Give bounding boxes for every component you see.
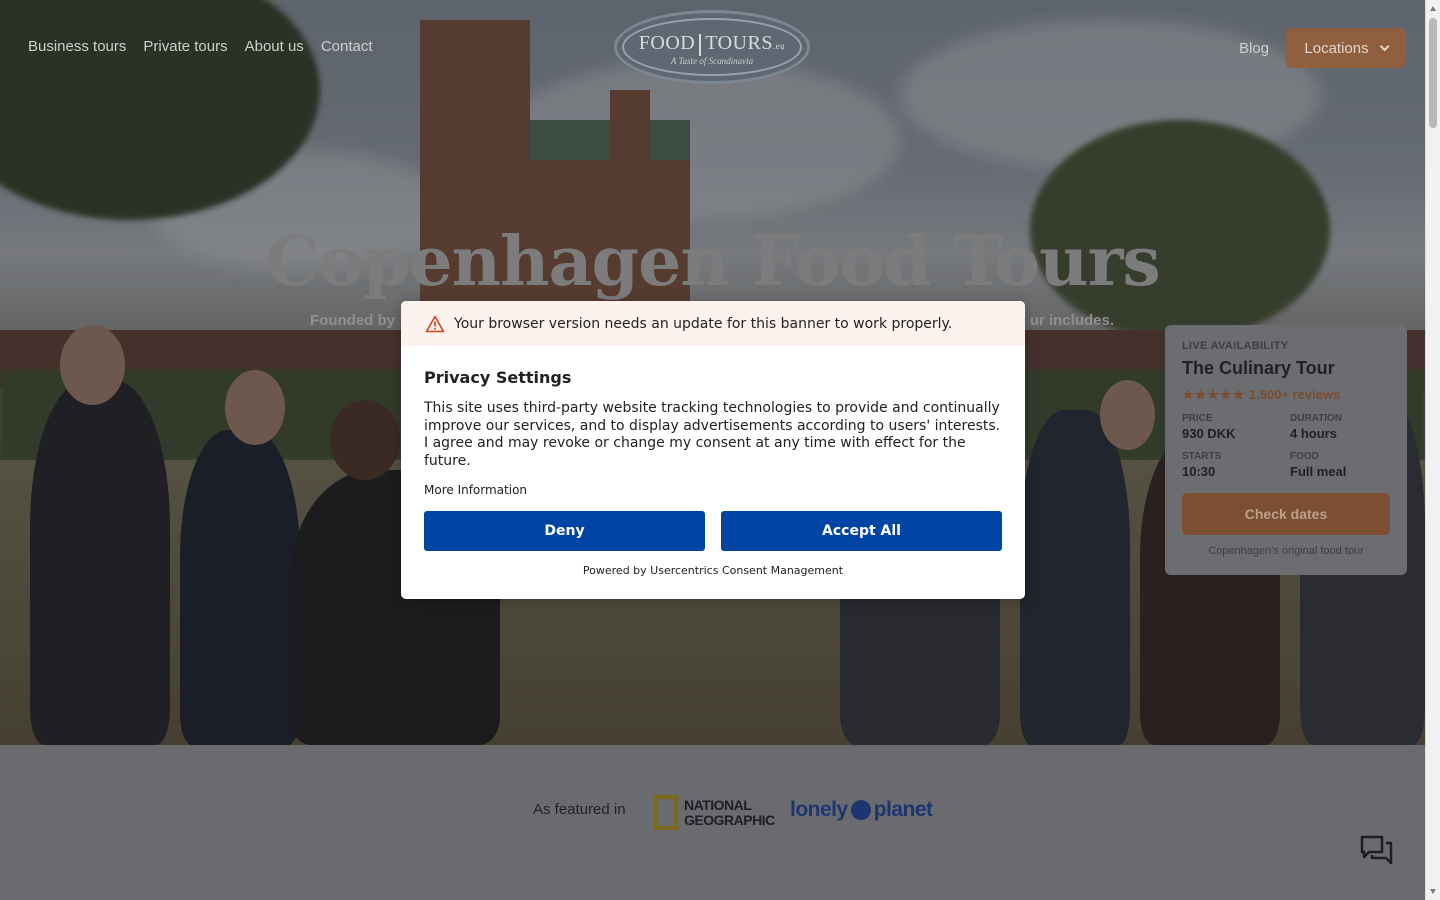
featured-label: As featured in	[533, 801, 626, 818]
natgeo-frame-icon	[654, 795, 678, 830]
privacy-consent-dialog: Your browser version needs an update for…	[401, 301, 1025, 599]
site-logo[interactable]: FOOD TOURS.eu A Taste of Scandinavia	[614, 10, 810, 84]
logo-word-tours: TOURS	[705, 32, 773, 55]
duration-value: 4 hours	[1290, 426, 1337, 441]
consent-buttons: Deny Accept All	[424, 511, 1002, 551]
globe-icon	[850, 800, 871, 820]
reviews-count[interactable]: 1,500+ reviews	[1249, 387, 1340, 402]
food-value: Full meal	[1290, 464, 1347, 479]
warning-icon	[425, 315, 445, 332]
price-label: PRICE	[1182, 413, 1213, 424]
lonely-planet-left: lonely	[790, 798, 848, 821]
scroll-down-arrow-icon[interactable]	[1430, 889, 1436, 894]
natgeo-line-1: NATIONAL	[684, 796, 752, 813]
scroll-up-arrow-icon[interactable]	[1430, 6, 1436, 11]
more-information-link[interactable]: More Information	[424, 483, 527, 497]
starts-value: 10:30	[1182, 464, 1216, 479]
star-icon: ★★★★★	[1182, 387, 1246, 402]
nav-about-us[interactable]: About us	[245, 38, 304, 55]
nav-contact[interactable]: Contact	[321, 38, 373, 55]
natgeo-line-2: GEOGRAPHIC	[684, 811, 775, 828]
secondary-nav: Blog Locations	[1239, 28, 1405, 68]
warning-text: Your browser version needs an update for…	[454, 315, 953, 332]
dialog-body-text: This site uses third-party website track…	[424, 400, 1001, 469]
tour-name: The Culinary Tour	[1182, 358, 1335, 378]
nav-blog[interactable]: Blog	[1239, 40, 1269, 57]
page-scrollbar[interactable]	[1425, 0, 1440, 900]
scrollbar-thumb[interactable]	[1429, 18, 1437, 128]
duration-label: DURATION	[1290, 413, 1343, 424]
availability-card: LIVE AVAILABILITY The Culinary Tour ★★★★…	[1165, 325, 1407, 575]
hero-subtitle-right: ur includes.	[1029, 312, 1114, 329]
fork-icon	[699, 33, 702, 56]
chat-icon	[1360, 835, 1393, 865]
logo-tagline: A Taste of Scandinavia	[670, 55, 754, 66]
rating: ★★★★★ 1,500+ reviews	[1182, 387, 1390, 403]
nav-private-tours[interactable]: Private tours	[143, 38, 227, 55]
logo-word-food: FOOD	[638, 32, 696, 55]
primary-nav: Business tours Private tours About us Co…	[28, 38, 373, 55]
nav-business-tours[interactable]: Business tours	[28, 38, 126, 55]
powered-by-text: Powered by Usercentrics Consent Manageme…	[582, 564, 844, 577]
starts-label: STARTS	[1182, 451, 1222, 462]
dialog-title: Privacy Settings	[424, 368, 572, 387]
price-value: 930 DKK	[1182, 426, 1236, 441]
browser-warning-banner: Your browser version needs an update for…	[401, 301, 1025, 346]
logo-suffix: .eu	[772, 41, 786, 52]
page-title: Copenhagen Food Tours	[265, 222, 1160, 302]
lonely-planet-logo: lonely planet	[790, 798, 933, 822]
lonely-planet-right: planet	[873, 798, 933, 821]
live-availability-label: LIVE AVAILABILITY	[1182, 340, 1289, 352]
accept-all-button[interactable]: Accept All	[721, 511, 1002, 551]
chat-button[interactable]	[1354, 828, 1400, 874]
deny-button[interactable]: Deny	[424, 511, 705, 551]
card-footnote: Copenhagen's original food tour	[1208, 545, 1364, 557]
check-dates-button[interactable]: Check dates	[1182, 493, 1390, 535]
food-label: FOOD	[1290, 451, 1319, 462]
locations-label: Locations	[1304, 39, 1369, 57]
locations-dropdown-button[interactable]: Locations	[1285, 28, 1405, 68]
hero-subtitle-left: Founded by	[310, 312, 395, 329]
tour-details: PRICE 930 DKK DURATION 4 hours STARTS 10:30…	[1182, 413, 1390, 479]
national-geographic-logo: NATIONAL GEOGRAPHIC	[654, 795, 775, 830]
chevron-down-icon	[1379, 40, 1390, 51]
